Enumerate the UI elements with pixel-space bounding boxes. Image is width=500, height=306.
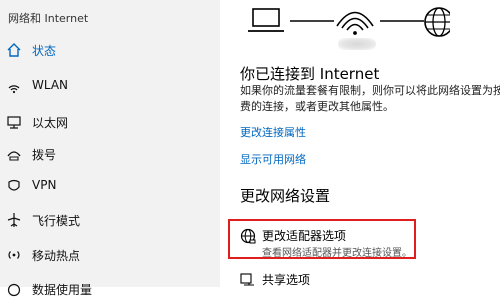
sidebar-item-status[interactable]: 状态 <box>0 33 220 67</box>
sidebar: 网络和 Internet 状态 WLAN 以太网 拨号 VPN 飞行模式 移动热… <box>0 0 220 297</box>
home-icon <box>6 42 22 58</box>
sharing-icon <box>240 272 256 288</box>
sidebar-item-label: WLAN <box>32 78 69 92</box>
option-title: 更改适配器选项 <box>262 229 347 243</box>
computer-icon <box>248 8 284 32</box>
wifi-signal-icon <box>336 11 374 35</box>
sidebar-item-label: VPN <box>32 178 57 192</box>
sidebar-header: 网络和 Internet <box>8 12 89 25</box>
change-adapter-options[interactable]: 更改适配器选项 查看网络适配器并更改连接设置。 <box>240 226 480 260</box>
connection-status-heading: 你已连接到 Internet <box>240 65 380 83</box>
description-line: 费的连接，或者更改其他属性。 <box>240 100 394 113</box>
sidebar-item-label: 状态 <box>32 44 57 58</box>
show-available-networks-link[interactable]: 显示可用网络 <box>240 151 306 167</box>
data-usage-icon <box>6 281 22 297</box>
connection-description: 如果你的流量套餐有限制，则你可以将此网络设置为按 费的连接，或者更改其他属性。 <box>240 83 500 115</box>
sidebar-item-hotspot[interactable]: 移动热点 <box>0 238 220 272</box>
sidebar-item-ethernet[interactable]: 以太网 <box>0 105 220 139</box>
ethernet-icon <box>6 114 22 130</box>
globe-adapter-icon <box>240 228 256 244</box>
sharing-options[interactable]: 共享选项 <box>240 270 480 304</box>
sidebar-item-label: 移动热点 <box>32 249 81 263</box>
internet-globe-icon <box>424 7 450 37</box>
sidebar-item-dialup[interactable]: 拨号 <box>0 137 220 171</box>
sidebar-item-wlan[interactable]: WLAN <box>0 69 220 103</box>
wifi-icon <box>6 78 22 94</box>
sidebar-item-label: 飞行模式 <box>32 214 81 228</box>
sidebar-item-label: 拨号 <box>32 148 57 162</box>
option-subtitle: 查看网络适配器并更改连接设置。 <box>262 248 412 259</box>
sidebar-item-label: 数据使用量 <box>32 283 93 297</box>
sidebar-item-vpn[interactable]: VPN <box>0 169 220 203</box>
sidebar-item-label: 以太网 <box>32 116 69 130</box>
description-line: 如果你的流量套餐有限制，则你可以将此网络设置为按 <box>240 84 500 97</box>
sidebar-item-data-usage[interactable]: 数据使用量 <box>0 272 220 306</box>
network-name-redacted <box>338 38 376 50</box>
option-title: 共享选项 <box>262 273 311 287</box>
change-connection-properties-link[interactable]: 更改连接属性 <box>240 124 306 140</box>
vpn-icon <box>6 178 22 194</box>
airplane-icon <box>6 212 22 228</box>
sidebar-item-airplane[interactable]: 飞行模式 <box>0 203 220 237</box>
change-network-settings-heading: 更改网络设置 <box>240 187 331 205</box>
main-panel: 你已连接到 Internet 如果你的流量套餐有限制，则你可以将此网络设置为按 … <box>220 0 500 287</box>
hotspot-icon <box>6 247 22 263</box>
dialup-icon <box>6 146 22 162</box>
